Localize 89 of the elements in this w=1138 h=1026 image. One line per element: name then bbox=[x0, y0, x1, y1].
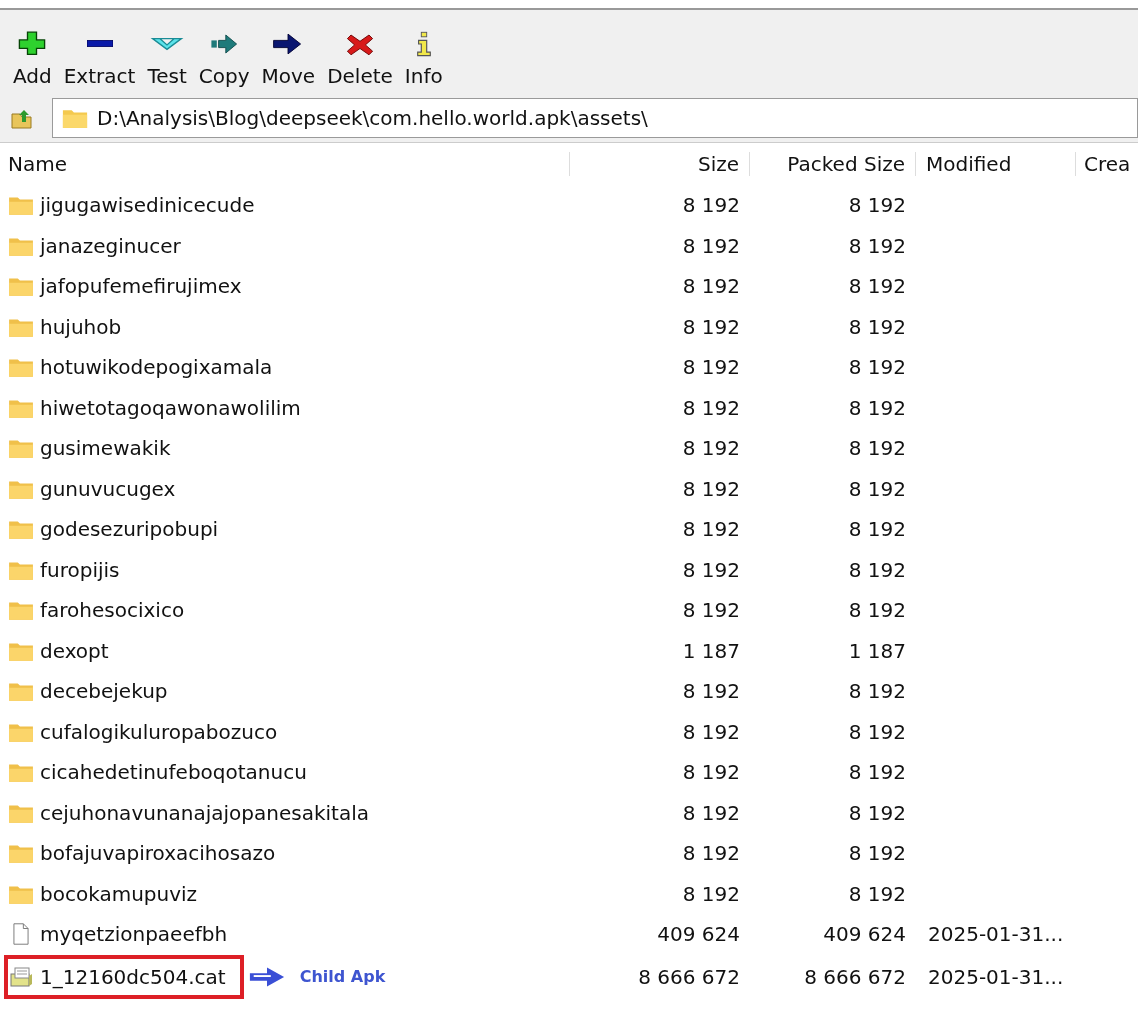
file-name[interactable]: janazeginucer bbox=[40, 233, 181, 258]
file-name[interactable]: hotuwikodepogixamala bbox=[40, 355, 273, 380]
toolbar-button[interactable]: Copy bbox=[193, 30, 255, 88]
packed-size-cell-text: 8 192 bbox=[847, 355, 907, 380]
packed-size-cell-text: 8 192 bbox=[847, 760, 907, 785]
file-name[interactable]: furopijis bbox=[40, 557, 120, 582]
size-cell-text: 1 187 bbox=[681, 638, 741, 663]
size-cell-text: 8 192 bbox=[681, 517, 741, 542]
folder-icon bbox=[8, 437, 34, 460]
file-name[interactable]: hiwetotagoqawonawolilim bbox=[40, 395, 301, 420]
folder-icon bbox=[8, 842, 34, 865]
minus-icon bbox=[86, 40, 113, 47]
size-cell-text: 8 192 bbox=[681, 233, 741, 258]
packed-size-cell-text: 8 192 bbox=[847, 314, 907, 339]
packed-size-cell-text: 8 192 bbox=[847, 719, 907, 744]
toolbar-button[interactable]: Info bbox=[399, 30, 448, 88]
folder-icon bbox=[8, 599, 34, 622]
file-name[interactable]: 1_12160dc504.cat bbox=[40, 964, 226, 989]
modified-cell: 2025-01-31... bbox=[928, 964, 1064, 989]
packed-size-cell-text: 1 187 bbox=[847, 638, 907, 663]
folder-icon bbox=[8, 356, 34, 379]
size-cell-text: 8 192 bbox=[681, 436, 741, 461]
packed-size-cell-text: 8 192 bbox=[847, 679, 907, 704]
file-name[interactable]: bofajuvapiroxacihosazo bbox=[40, 841, 276, 866]
annotation-label: Child Apk bbox=[299, 967, 386, 986]
packed-size-cell-text: 8 192 bbox=[847, 395, 907, 420]
size-cell-text: 8 192 bbox=[681, 760, 741, 785]
packed-size-cell-text: 8 192 bbox=[847, 193, 907, 218]
file-name[interactable]: jafopufemefirujimex bbox=[40, 274, 242, 299]
path-text: D:\Analysis\Blog\deepseek\com.hello.world.apk\assets\ bbox=[97, 106, 648, 130]
size-cell-text: 8 192 bbox=[681, 719, 741, 744]
folder-icon bbox=[8, 194, 34, 217]
toolbar-button[interactable]: Add bbox=[8, 30, 57, 88]
file-name[interactable]: dexopt bbox=[40, 638, 109, 663]
modified-cell: 2025-01-31... bbox=[928, 922, 1064, 947]
file-name[interactable]: godesezuripobupi bbox=[40, 517, 219, 542]
file-name[interactable]: cejuhonavunanajajopanesakitala bbox=[40, 800, 369, 825]
toolbar-button[interactable]: Move bbox=[256, 30, 321, 88]
packed-size-cell-text: 8 192 bbox=[847, 557, 907, 582]
column-header[interactable]: Packed Size bbox=[750, 152, 916, 176]
size-cell-text: 8 192 bbox=[681, 841, 741, 866]
packed-size-cell-text: 8 192 bbox=[847, 517, 907, 542]
toolbar-button[interactable]: Delete bbox=[322, 30, 398, 88]
column-header[interactable]: Crea bbox=[1076, 152, 1138, 176]
folder-icon bbox=[8, 275, 34, 298]
document-icon bbox=[8, 965, 34, 988]
folder-icon bbox=[8, 518, 34, 541]
column-header[interactable]: Modified bbox=[916, 152, 1076, 176]
size-cell-text: 8 192 bbox=[681, 557, 741, 582]
toolbar-button[interactable]: Test bbox=[142, 30, 192, 88]
size-cell-text: 8 192 bbox=[681, 476, 741, 501]
folder-icon bbox=[61, 107, 89, 129]
packed-size-cell-text: 8 192 bbox=[847, 881, 907, 906]
size-cell-text: 8 192 bbox=[681, 193, 741, 218]
file-name[interactable]: farohesocixico bbox=[40, 598, 185, 623]
size-cell-text: 8 192 bbox=[681, 679, 741, 704]
file-name[interactable]: bocokamupuviz bbox=[40, 881, 198, 906]
size-cell-text: 409 624 bbox=[656, 922, 741, 947]
column-header[interactable]: Size bbox=[570, 152, 750, 176]
size-cell-text: 8 192 bbox=[681, 274, 741, 299]
file-name[interactable]: gunuvucugex bbox=[40, 476, 176, 501]
packed-size-cell-text: 8 192 bbox=[847, 233, 907, 258]
folder-icon bbox=[8, 680, 34, 703]
file-name[interactable]: gusimewakik bbox=[40, 436, 171, 461]
file-name[interactable]: hujuhob bbox=[40, 314, 122, 339]
packed-size-cell-text: 8 192 bbox=[847, 841, 907, 866]
address-field[interactable]: D:\Analysis\Blog\deepseek\com.hello.world.apk\assets\ bbox=[52, 98, 1138, 138]
size-cell-text: 8 192 bbox=[681, 800, 741, 825]
size-cell-text: 8 192 bbox=[681, 314, 741, 339]
packed-size-cell-text: 8 192 bbox=[847, 436, 907, 461]
packed-size-cell-text: 8 666 672 bbox=[803, 964, 907, 989]
packed-size-cell-text: 8 192 bbox=[847, 476, 907, 501]
packed-size-cell-text: 409 624 bbox=[822, 922, 907, 947]
size-cell-text: 8 666 672 bbox=[637, 964, 741, 989]
size-cell-text: 8 192 bbox=[681, 395, 741, 420]
file-name[interactable]: jigugawisedinicecude bbox=[40, 193, 255, 218]
size-cell-text: 8 192 bbox=[681, 881, 741, 906]
size-cell-text: 8 192 bbox=[681, 598, 741, 623]
packed-size-cell-text: 8 192 bbox=[847, 598, 907, 623]
folder-icon bbox=[8, 761, 34, 784]
size-cell-text: 8 192 bbox=[681, 355, 741, 380]
file-name[interactable]: decebejekup bbox=[40, 679, 168, 704]
packed-size-cell-text: 8 192 bbox=[847, 800, 907, 825]
column-header[interactable]: Name bbox=[0, 152, 570, 176]
toolbar-button[interactable]: Extract bbox=[58, 30, 141, 88]
file-name[interactable]: myqetzionpaeefbh bbox=[40, 922, 228, 947]
file-name[interactable]: cicahedetinufeboqotanucu bbox=[40, 760, 307, 785]
packed-size-cell-text: 8 192 bbox=[847, 274, 907, 299]
file-name[interactable]: cufalogikuluropabozuco bbox=[40, 719, 278, 744]
